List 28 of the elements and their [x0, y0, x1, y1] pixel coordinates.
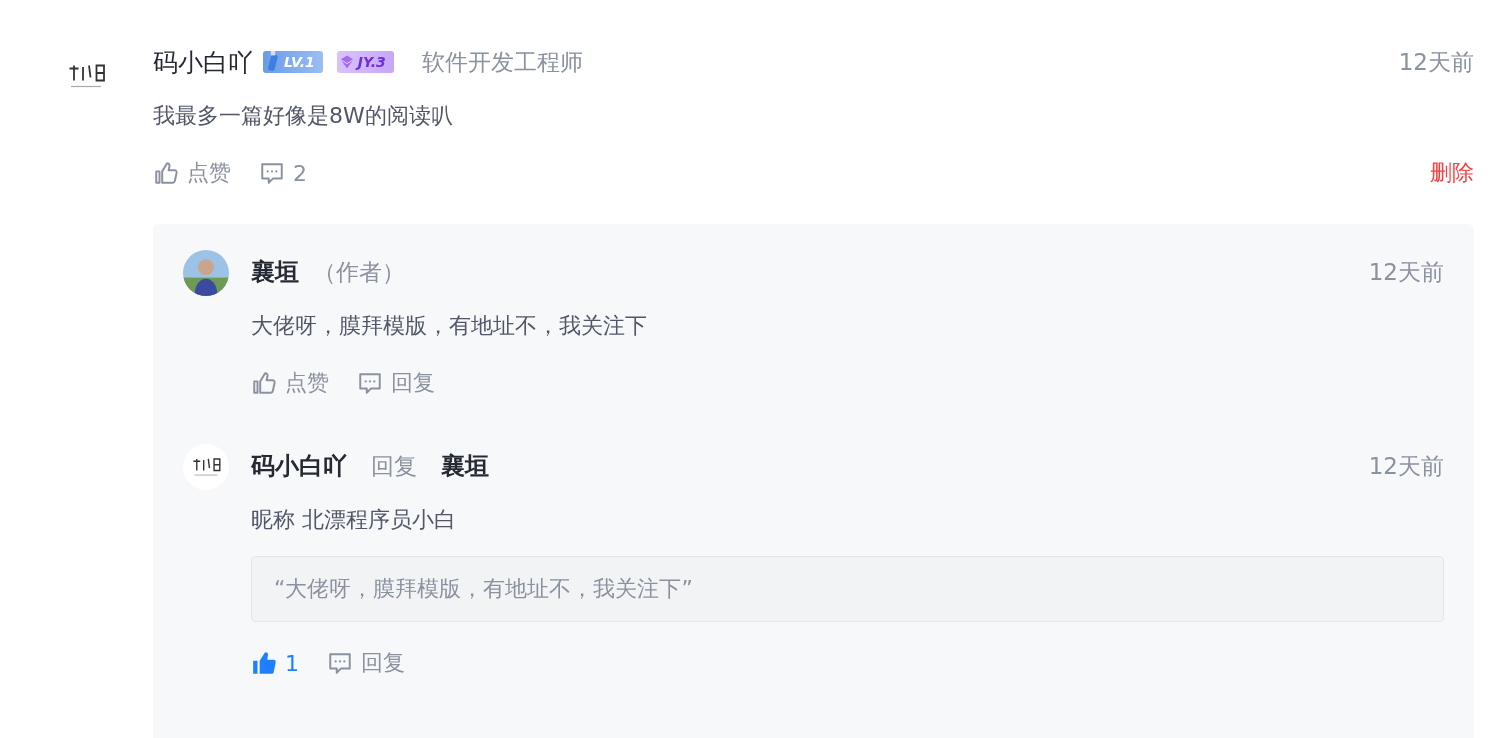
quoted-reply: “大佬呀，膜拜模版，有地址不，我关注下”: [251, 556, 1444, 622]
comment-button[interactable]: 2: [259, 160, 307, 186]
like-button[interactable]: 点赞: [251, 368, 329, 398]
delete-link[interactable]: 删除: [1430, 158, 1474, 188]
comment-icon: [357, 370, 383, 396]
jy-badge: JY.3: [336, 51, 394, 73]
comment-icon: [327, 650, 353, 676]
like-button[interactable]: 1: [251, 650, 299, 676]
avatar[interactable]: [183, 250, 229, 296]
like-button[interactable]: 点赞: [153, 158, 231, 188]
reply-time: 12天前: [1368, 451, 1444, 481]
author-tag: （作者）: [313, 256, 405, 288]
reply-text: 昵称 北漂程序员小白: [251, 506, 457, 534]
reply-button[interactable]: 回复: [327, 648, 405, 678]
level-badge: LV.1: [263, 51, 323, 73]
user-name[interactable]: 襄垣: [441, 450, 489, 482]
reply-time: 12天前: [1368, 257, 1444, 287]
avatar[interactable]: [183, 444, 229, 490]
job-title: 软件开发工程师: [421, 47, 583, 77]
reply-button[interactable]: 回复: [357, 368, 435, 398]
comment-text: 我最多一篇好像是8W的阅读叭: [153, 102, 454, 130]
user-name[interactable]: 襄垣: [251, 256, 299, 288]
comment-icon: [259, 160, 285, 186]
reply-text: 大佬呀，膜拜模版，有地址不，我关注下: [251, 312, 648, 340]
user-name[interactable]: 码小白吖: [153, 45, 253, 79]
comment-time: 12天前: [1398, 47, 1474, 77]
user-name[interactable]: 码小白吖: [251, 450, 347, 482]
reply-label: 回复: [371, 451, 417, 481]
